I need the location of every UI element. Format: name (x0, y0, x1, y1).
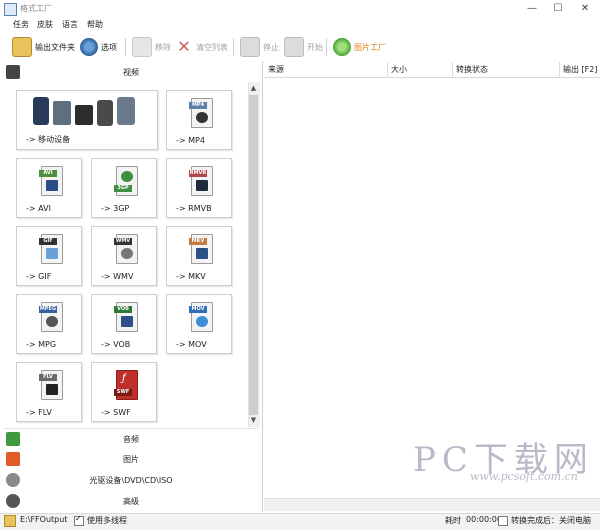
film-reel-icon (121, 171, 133, 182)
clapper-icon (46, 384, 58, 395)
phone-icon (33, 97, 49, 125)
phone-icon (97, 100, 113, 126)
window-title: 格式工厂 (20, 4, 52, 13)
format-tile-flv[interactable]: FLV -> FLV (16, 362, 82, 422)
mpg-file-icon: MPEG (39, 302, 63, 332)
format-tile-swf[interactable]: SWF ƒ -> SWF (91, 362, 157, 422)
menu-task[interactable]: 任务 (13, 19, 29, 30)
toolbar-divider (125, 38, 126, 56)
format-tile-3gp[interactable]: 3GP -> 3GP (91, 158, 157, 218)
rmvb-file-icon: RMVB (189, 166, 213, 196)
stop-button[interactable]: 停止 (240, 37, 279, 57)
category-audio[interactable]: 音频 (4, 428, 258, 449)
mkv-file-icon: MKV (189, 234, 213, 264)
menu-skin[interactable]: 皮肤 (37, 19, 53, 30)
film-strip-icon (121, 316, 133, 327)
column-divider (559, 62, 560, 77)
format-tile-mobile[interactable]: -> 移动设备 (16, 90, 158, 150)
quicktime-icon (196, 316, 208, 327)
media-icon (121, 248, 133, 259)
player-icon (75, 105, 93, 125)
film-reel-icon (196, 112, 208, 123)
clear-icon: ✕ (177, 37, 191, 56)
category-picture[interactable]: 图片 (4, 449, 258, 469)
elapsed-time: 00:00:00 (466, 515, 502, 524)
task-list-header (264, 61, 600, 78)
format-grid: -> 移动设备 MP4 -> MP4 AVI -> AVI 3GP -> 3GP… (2, 82, 246, 427)
avi-file-icon: AVI (39, 166, 63, 196)
column-divider (387, 62, 388, 77)
film-strip-icon (46, 180, 58, 191)
format-tile-mp4[interactable]: MP4 -> MP4 (166, 90, 232, 150)
format-tile-gif[interactable]: GIF -> GIF (16, 226, 82, 286)
close-button[interactable]: ✕ (575, 0, 595, 18)
category-advanced[interactable]: 高级 (4, 491, 258, 511)
phone-icon (117, 97, 135, 125)
format-tile-vob[interactable]: VOB -> VOB (91, 294, 157, 354)
film-strip-icon (196, 248, 208, 259)
picture-factory-button[interactable]: 图片工厂 (333, 37, 386, 57)
column-size[interactable]: 大小 (391, 64, 407, 75)
folder-icon[interactable] (4, 515, 16, 527)
3gp-file-icon: 3GP (114, 166, 138, 196)
minimize-button[interactable]: — (522, 0, 542, 18)
clear-list-button[interactable]: ✕ 清空列表 (175, 37, 228, 57)
menu-help[interactable]: 帮助 (87, 19, 103, 30)
start-button[interactable]: 开始 (284, 37, 323, 57)
format-tile-mov[interactable]: MOV -> MOV (166, 294, 232, 354)
category-rom-device[interactable]: 光驱设备\DVD\CD\ISO (4, 470, 258, 490)
format-tile-mkv[interactable]: MKV -> MKV (166, 226, 232, 286)
maximize-button[interactable]: ☐ (548, 0, 568, 18)
multithread-option[interactable]: 使用多线程 (74, 514, 127, 526)
format-tile-rmvb[interactable]: RMVB -> RMVB (166, 158, 232, 218)
remove-icon (132, 37, 152, 57)
swf-file-icon: SWF ƒ (114, 370, 138, 400)
column-output[interactable]: 输出 [F2] (563, 64, 597, 75)
wmv-file-icon: WMV (114, 234, 138, 264)
app-icon (4, 3, 17, 16)
real-icon (196, 180, 208, 191)
horizontal-scrollbar[interactable] (264, 498, 600, 511)
format-tile-avi[interactable]: AVI -> AVI (16, 158, 82, 218)
image-icon (46, 248, 58, 259)
stop-icon (240, 37, 260, 57)
flv-file-icon: FLV (39, 370, 63, 400)
gear-icon (80, 38, 98, 56)
toolbar-divider (233, 38, 234, 56)
shutdown-checkbox[interactable] (498, 515, 508, 526)
flash-icon: ƒ (122, 373, 126, 384)
scroll-down-icon[interactable]: ▼ (248, 415, 259, 426)
watermark-url: www.pcsoft.com.cn (470, 470, 578, 483)
format-tile-wmv[interactable]: WMV -> WMV (91, 226, 157, 286)
scroll-up-icon[interactable]: ▲ (248, 83, 259, 94)
folder-icon (12, 37, 32, 57)
category-video[interactable]: 视频 (4, 62, 258, 82)
gif-file-icon: GIF (39, 234, 63, 264)
film-reel-icon (46, 316, 58, 327)
options-button[interactable]: 选项 (80, 37, 117, 57)
output-path: E:\FFOutput (20, 515, 68, 524)
remove-button[interactable]: 移除 (132, 37, 171, 57)
column-divider (452, 62, 453, 77)
format-tile-mpg[interactable]: MPEG -> MPG (16, 294, 82, 354)
scroll-thumb[interactable] (249, 95, 258, 415)
mp4-file-icon: MP4 (189, 98, 213, 128)
title-bar (0, 0, 600, 18)
play-icon (284, 37, 304, 57)
phone-icon (53, 101, 71, 125)
toolbar-divider (326, 38, 327, 56)
mov-file-icon: MOV (189, 302, 213, 332)
output-folder-button[interactable]: 输出文件夹 (12, 37, 75, 57)
menu-language[interactable]: 语言 (62, 19, 78, 30)
elapsed-label: 耗时 (445, 516, 461, 525)
multithread-checkbox[interactable] (74, 514, 84, 526)
column-status[interactable]: 转换状态 (456, 64, 488, 75)
vob-file-icon: VOB (114, 302, 138, 332)
picture-factory-icon (333, 38, 351, 56)
column-source[interactable]: 来源 (268, 64, 284, 75)
shutdown-option[interactable]: 转换完成后：关闭电脑 (498, 515, 591, 526)
